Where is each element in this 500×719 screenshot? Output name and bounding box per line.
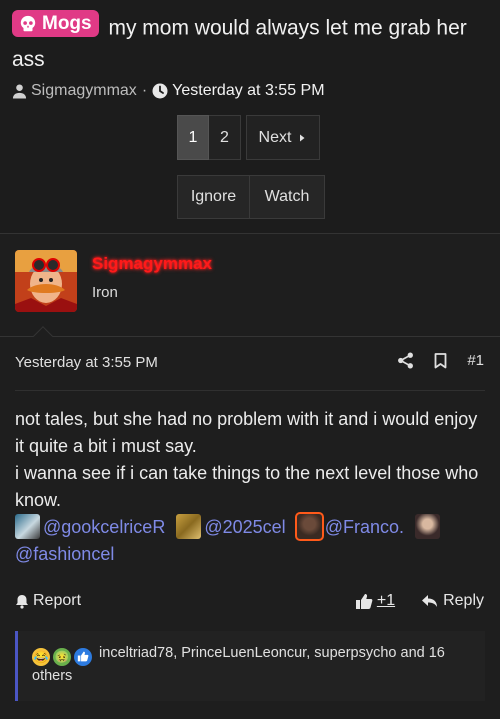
mention-avatar [15,514,40,539]
caret-right-icon [300,134,305,141]
thumbs-up-icon [355,593,373,609]
reply-button[interactable]: Reply [421,592,484,610]
post-header-divider [0,336,500,337]
page-1-button[interactable]: 1 [177,115,209,160]
report-button[interactable]: Report [15,592,81,610]
post-time[interactable]: Yesterday at 3:55 PM [15,354,158,371]
post-mentions: @gookcelriceR @2025cel @Franco. @fashion… [15,512,490,568]
thread-prefix-tag[interactable]: Mogs [12,10,99,37]
mention-link[interactable]: @Franco. [325,517,404,537]
page-2-button[interactable]: 2 [209,115,241,160]
watch-button[interactable]: Watch [250,175,325,219]
mention-link[interactable]: @2025cel [204,517,285,537]
next-page-button[interactable]: Next [246,115,320,160]
reactions-users[interactable]: inceltriad78, PrinceLuenLeoncur, superps… [32,645,445,684]
mention-link[interactable]: @gookcelriceR [43,517,165,537]
like-button[interactable]: +1 [355,592,395,610]
user-title: Iron [92,284,118,301]
post-footer-actions: +1 Reply [355,592,484,610]
like-count[interactable]: +1 [377,592,395,610]
like-reaction-icon [74,648,92,666]
reply-icon [422,595,438,607]
post-1: Sigmagymmax Iron Yesterday at 3:55 PM #1… [0,233,500,719]
post-header-actions: #1 [397,352,484,369]
post-meta-divider [15,390,485,391]
post-number-link[interactable]: #1 [467,352,484,369]
user-icon [12,84,27,99]
thread-title: Mogs my mom would always let me grab her… [12,10,492,75]
clock-icon [152,83,168,99]
crying-laughing-emoji-icon: 😂 [32,648,50,666]
reply-label: Reply [443,592,484,609]
skull-icon [20,15,36,31]
report-label: Report [33,592,82,609]
post-body-line-2: i wanna see if i can take things to the … [15,463,479,510]
avatar[interactable] [15,250,77,312]
mention-avatar [294,512,324,541]
post-body: not tales, but she had no problem with i… [15,406,485,514]
meta-separator: · [141,82,148,99]
share-icon[interactable] [397,352,414,369]
post-footer: Report +1 Reply [15,589,484,613]
thread-author-link[interactable]: Sigmagymmax [31,82,137,100]
mention-avatar [176,514,202,539]
bell-icon [16,594,28,609]
user-arrow [33,326,53,346]
mention-link[interactable]: @fashioncel [15,544,114,564]
pagination: 1 2 Next [177,115,320,160]
next-label: Next [258,128,292,146]
post-username[interactable]: Sigmagymmax [92,254,212,274]
thread-prefix-label: Mogs [42,13,92,34]
ignore-button[interactable]: Ignore [177,175,250,219]
bookmark-icon[interactable] [434,352,447,369]
thread-actions: Ignore Watch [177,175,325,219]
post-body-line-1: not tales, but she had no problem with i… [15,409,478,456]
mention-avatar [415,514,440,539]
reactions-bar[interactable]: 😂 🤢 inceltriad78, PrinceLuenLeoncur, supe… [15,631,485,701]
thread-meta: Sigmagymmax · Yesterday at 3:55 PM [12,81,325,101]
thread-time[interactable]: Yesterday at 3:55 PM [172,82,324,100]
nauseated-emoji-icon: 🤢 [53,648,71,666]
